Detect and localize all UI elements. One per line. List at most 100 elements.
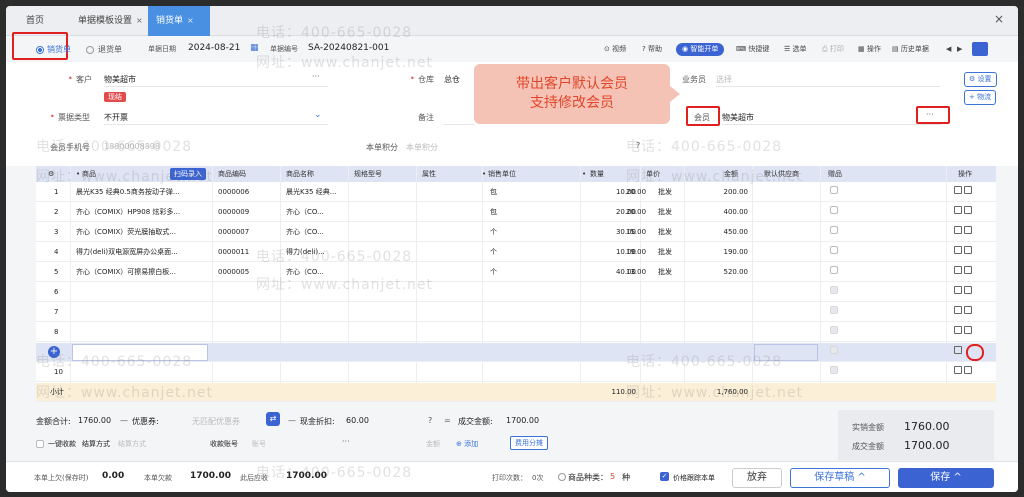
customer-value[interactable]: 物美超市 xyxy=(104,74,136,85)
oneclick-checkbox[interactable] xyxy=(36,440,44,448)
gift-checkbox[interactable] xyxy=(830,183,838,202)
follow-checkbox[interactable]: ✓ xyxy=(660,472,669,481)
scan-input-button[interactable]: 扫码录入 xyxy=(170,168,206,180)
row-amount[interactable]: 400.00 xyxy=(686,203,749,222)
table-row[interactable]: 6 xyxy=(36,283,996,302)
calendar-icon[interactable]: ▦ xyxy=(250,43,259,53)
settle-input[interactable]: 结算方式 xyxy=(118,439,146,449)
row-unit[interactable]: 包 xyxy=(490,183,497,202)
delete-icon[interactable] xyxy=(964,206,973,214)
history-button[interactable]: ▤ 历史单据 xyxy=(892,43,929,56)
window-close-icon[interactable]: × xyxy=(994,12,1004,26)
account-input[interactable]: 账号 xyxy=(252,439,266,449)
price-tag[interactable]: 批发 xyxy=(658,203,672,222)
kinds-radio[interactable] xyxy=(558,473,566,481)
coupon-input[interactable]: 无匹配优惠券 xyxy=(192,416,240,427)
delete-icon[interactable] xyxy=(964,326,973,334)
delete-icon-highlighted[interactable] xyxy=(966,344,984,361)
table-settings-icon[interactable]: ⚙ xyxy=(48,166,54,182)
tab-template-settings[interactable]: 单据模板设置 × xyxy=(70,6,151,36)
radio-sales[interactable] xyxy=(36,46,44,54)
row-amount[interactable]: 450.00 xyxy=(686,223,749,242)
delete-icon[interactable] xyxy=(964,246,973,254)
copy-icon[interactable] xyxy=(954,226,962,234)
row-amount[interactable]: 190.00 xyxy=(686,243,749,262)
delete-icon[interactable] xyxy=(964,286,973,294)
row-price[interactable]: 20.00 xyxy=(626,203,646,222)
video-button[interactable]: ⊙ 视频 xyxy=(604,43,626,56)
layout-toggle-icon[interactable] xyxy=(972,42,988,56)
copy-icon[interactable] xyxy=(954,286,962,294)
doc-number-value[interactable]: SA-20240821-001 xyxy=(308,43,389,53)
price-tag[interactable]: 批发 xyxy=(658,243,672,262)
abandon-button[interactable]: 放弃 xyxy=(732,468,782,488)
table-row[interactable]: 4 得力(deli)双电源宽屏办公桌面... 0000011 得力(deli).… xyxy=(36,243,996,262)
close-icon[interactable]: × xyxy=(187,16,194,25)
tab-sales-order[interactable]: 销货单 × xyxy=(148,6,210,36)
save-button[interactable]: 保存 ^ xyxy=(898,468,994,488)
chevron-left-icon[interactable]: ◀ xyxy=(946,43,951,56)
delete-icon[interactable] xyxy=(964,366,973,374)
delete-icon[interactable] xyxy=(964,226,973,234)
cost-split-button[interactable]: 费用分摊 xyxy=(510,436,548,450)
help-icon[interactable]: ? xyxy=(636,141,640,150)
member-value[interactable]: 物美超市 xyxy=(722,112,754,123)
settings-button[interactable]: ⚙ 设置 xyxy=(964,72,997,87)
customer-more-icon[interactable]: ··· xyxy=(312,72,320,81)
gift-checkbox[interactable] xyxy=(830,223,838,242)
salesman-input[interactable]: 选择 xyxy=(716,74,732,85)
row-product[interactable]: 齐心（COMIX）可擦易擦白板... xyxy=(76,263,210,282)
invoice-type-value[interactable]: 不开票 xyxy=(104,112,128,123)
table-row[interactable]: 10 xyxy=(36,363,996,382)
delete-icon[interactable] xyxy=(964,306,973,314)
copy-icon[interactable] xyxy=(954,366,962,374)
copy-icon[interactable] xyxy=(954,206,962,214)
price-tag[interactable]: 批发 xyxy=(658,223,672,242)
help-button[interactable]: ? 帮助 xyxy=(642,43,662,56)
add-row-icon[interactable]: + xyxy=(48,346,60,358)
row-product[interactable]: 齐心（COMIX）HP908 炫彩多... xyxy=(76,203,210,222)
member-phone-value[interactable]: 18800008898 xyxy=(104,142,160,151)
save-draft-button[interactable]: 保存草稿 ^ xyxy=(790,468,890,488)
account-more-icon[interactable]: ··· xyxy=(342,437,350,446)
row-amount[interactable]: 200.00 xyxy=(686,183,749,202)
print-button[interactable]: ⎙ 打印 xyxy=(822,43,844,56)
logistics-button[interactable]: + 物流 xyxy=(964,90,997,105)
price-tag[interactable]: 批发 xyxy=(658,263,672,282)
row-product[interactable]: 齐心（COMIX）荧光膜抽取式... xyxy=(76,223,210,242)
chevron-right-icon[interactable]: ▶ xyxy=(957,43,962,56)
table-row[interactable]: 1 晨光K35 经典0.5商务按动子弹... 0000006 晨光K35 经典.… xyxy=(36,183,996,202)
select-button[interactable]: ☰ 选单 xyxy=(784,43,807,56)
product-input[interactable] xyxy=(72,344,208,361)
delete-icon[interactable] xyxy=(964,186,973,194)
close-icon[interactable]: × xyxy=(136,16,143,25)
delete-icon[interactable] xyxy=(964,266,973,274)
row-unit[interactable]: 个 xyxy=(490,263,497,282)
copy-icon[interactable] xyxy=(954,306,962,314)
table-row[interactable]: 3 齐心（COMIX）荧光膜抽取式... 0000007 齐心（CO... 个 … xyxy=(36,223,996,242)
table-row-active[interactable]: + xyxy=(36,343,996,362)
add-payment-button[interactable]: ⊕ 添加 xyxy=(456,439,478,449)
table-row[interactable]: 8 xyxy=(36,323,996,342)
action-button[interactable]: ▦ 操作 xyxy=(858,43,881,56)
amount-input[interactable]: 金额 xyxy=(426,439,440,449)
smart-order-button[interactable]: ◉ 智能开单 xyxy=(676,43,725,56)
help-icon[interactable]: ? xyxy=(428,416,432,425)
gift-checkbox[interactable] xyxy=(830,203,838,222)
row-price[interactable]: 15.00 xyxy=(626,223,646,242)
gift-checkbox[interactable] xyxy=(830,263,838,282)
table-row[interactable]: 2 齐心（COMIX）HP908 炫彩多... 0000009 齐心（CO...… xyxy=(36,203,996,222)
table-row[interactable]: 5 齐心（COMIX）可擦易擦白板... 0000005 齐心（CO... 个 … xyxy=(36,263,996,282)
row-unit[interactable]: 个 xyxy=(490,243,497,262)
chevron-down-icon[interactable]: ⌄ xyxy=(314,110,322,120)
table-row[interactable]: 7 xyxy=(36,303,996,322)
copy-icon[interactable] xyxy=(954,343,962,362)
supplier-input[interactable] xyxy=(754,344,818,361)
warehouse-value[interactable]: 总仓 xyxy=(444,74,460,85)
radio-return[interactable] xyxy=(86,46,94,54)
row-price[interactable]: 20.00 xyxy=(626,183,646,202)
copy-icon[interactable] xyxy=(954,186,962,194)
row-product[interactable]: 晨光K35 经典0.5商务按动子弹... xyxy=(76,183,210,202)
row-unit[interactable]: 个 xyxy=(490,223,497,242)
row-amount[interactable]: 520.00 xyxy=(686,263,749,282)
